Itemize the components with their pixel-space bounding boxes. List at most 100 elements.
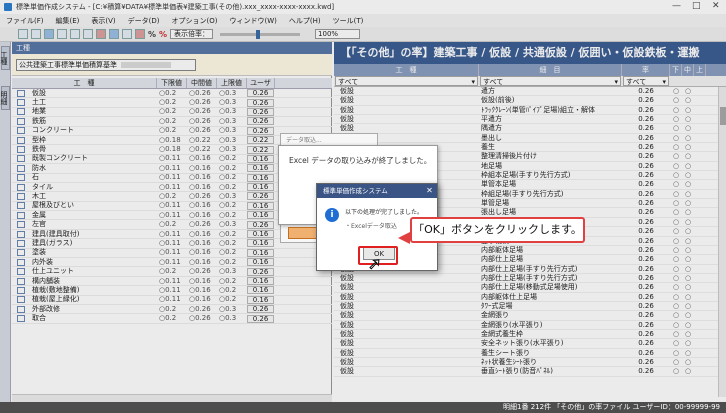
radio-mid-icon[interactable]: ○ [682,321,694,329]
row-high[interactable]: ○0.2 [217,230,247,239]
radio-mid-icon[interactable]: ○ [682,339,694,347]
radio-low-icon[interactable]: ○ [670,274,682,282]
item-rate[interactable]: 0.26 [622,152,670,160]
radio-low-icon[interactable]: ○ [670,330,682,338]
row-low[interactable]: ○0.11 [157,277,187,286]
table-row[interactable]: 構内舗装 ○0.11 ○0.16 ○0.2 0.16 [12,277,332,287]
percent-alt-icon[interactable]: % [159,30,167,39]
row-high[interactable]: ○0.2 [217,239,247,248]
radio-mid-icon[interactable]: ○ [682,171,694,179]
row-user[interactable]: 0.22 [247,136,274,145]
row-mid[interactable]: ○0.26 [187,89,217,98]
maximize-button[interactable]: □ [692,1,701,11]
radio-low-icon[interactable]: ○ [670,358,682,366]
row-user[interactable]: 0.26 [247,126,274,135]
radio-low-icon[interactable]: ○ [670,321,682,329]
row-mid[interactable]: ○0.26 [187,107,217,116]
list-item[interactable]: 仮設内部仕上足場(手すり先行方式)0.26○○ [334,274,726,284]
search-icon[interactable] [109,29,119,39]
list-item[interactable]: 仮設 内部仕上足場(移動式足場使用) 0.26 ○ ○ [334,283,726,293]
radio-mid-icon[interactable]: ○ [682,255,694,263]
radio-low-icon[interactable]: ○ [670,367,682,375]
row-high[interactable]: ○0.3 [217,314,247,323]
row-mid[interactable]: ○0.16 [187,239,217,248]
list-item[interactable]: 仮設 内部躯体仕上足場 0.26 ○ ○ [334,293,726,302]
table-row[interactable]: 内外装 ○0.11 ○0.16 ○0.2 0.16 [12,258,332,268]
radio-low-icon[interactable]: ○ [670,134,682,142]
item-rate[interactable]: 0.26 [622,237,670,245]
row-high[interactable]: ○0.2 [217,201,247,210]
menu-tools[interactable]: ツール(T) [333,16,364,26]
radio-mid-icon[interactable]: ○ [682,190,694,198]
menu-edit[interactable]: 編集(E) [56,16,80,26]
zoom-slider-thumb[interactable] [256,29,261,39]
radio-low-icon[interactable]: ○ [670,96,682,104]
row-high[interactable]: ○0.2 [217,286,247,295]
scroll-thumb[interactable] [720,107,726,125]
new-file-icon[interactable] [18,29,28,39]
item-rate[interactable]: 0.26 [622,321,670,329]
list-item[interactable]: 仮設 金網式養生枠 0.26 ○ ○ [334,330,726,340]
radio-mid-icon[interactable]: ○ [682,115,694,123]
radio-mid-icon[interactable]: ○ [682,227,694,235]
row-low[interactable]: ○0.2 [157,192,187,201]
radio-low-icon[interactable]: ○ [670,106,682,114]
row-high[interactable]: ○0.2 [217,154,247,163]
row-low[interactable]: ○0.18 [157,145,187,154]
row-low[interactable]: ○0.18 [157,136,187,145]
radio-low-icon[interactable]: ○ [670,143,682,151]
table-row[interactable]: 土工 ○0.2 ○0.26 ○0.3 0.26 [12,98,332,108]
standard-selector[interactable]: 公共建築工事標準単価積算基準 [16,59,196,71]
radio-mid-icon[interactable]: ○ [682,162,694,170]
item-rate[interactable]: 0.26 [622,311,670,319]
filter-kouji[interactable]: すべて [335,76,478,88]
item-rate[interactable]: 0.26 [622,349,670,357]
list-item[interactable]: 仮設 金網張り 0.26 ○ ○ [334,311,726,321]
radio-low-icon[interactable]: ○ [670,115,682,123]
row-high[interactable]: ○0.2 [217,277,247,286]
row-low[interactable]: ○0.11 [157,286,187,295]
radio-mid-icon[interactable]: ○ [682,367,694,375]
row-mid[interactable]: ○0.26 [187,98,217,107]
row-user[interactable]: 0.16 [247,201,274,210]
tab-meisai[interactable]: 明細 [0,86,10,110]
row-low[interactable]: ○0.11 [157,248,187,257]
row-high[interactable]: ○0.2 [217,295,247,304]
row-high[interactable]: ○0.3 [217,220,247,229]
row-mid[interactable]: ○0.16 [187,295,217,304]
row-high[interactable]: ○0.2 [217,183,247,192]
row-low[interactable]: ○0.2 [157,107,187,116]
radio-low-icon[interactable]: ○ [670,227,682,235]
list-item[interactable]: 仮設 安全ネット張り(水平張り) 0.26 ○ ○ [334,339,726,349]
open-folder-icon[interactable] [31,29,41,39]
item-rate[interactable]: 0.26 [622,162,670,170]
item-rate[interactable]: 0.26 [622,180,670,188]
row-low[interactable]: ○0.2 [157,305,187,314]
item-rate[interactable]: 0.26 [622,96,670,104]
row-low[interactable]: ○0.11 [157,295,187,304]
list-item[interactable]: 仮設 養生シート張り 0.26 ○ ○ [334,349,726,358]
radio-low-icon[interactable]: ○ [670,302,682,310]
item-rate[interactable]: 0.26 [622,134,670,142]
row-low[interactable]: ○0.2 [157,98,187,107]
item-rate[interactable]: 0.26 [622,143,670,151]
row-mid[interactable]: ○0.16 [187,201,217,210]
radio-low-icon[interactable]: ○ [670,293,682,301]
list-item[interactable]: 仮設 隅遣方 0.26 ○ ○ [334,124,726,134]
item-rate[interactable]: 0.26 [622,255,670,263]
row-user[interactable]: 0.16 [247,239,274,248]
filter-saimoku[interactable]: すべて [480,76,621,88]
radio-low-icon[interactable]: ○ [670,87,682,95]
radio-low-icon[interactable]: ○ [670,190,682,198]
row-low[interactable]: ○0.11 [157,201,187,210]
item-rate[interactable]: 0.26 [622,265,670,273]
table-row[interactable]: 地業 ○0.2 ○0.26 ○0.3 0.26 [12,107,332,118]
radio-mid-icon[interactable]: ○ [682,180,694,188]
row-high[interactable]: ○0.3 [217,145,247,154]
radio-low-icon[interactable]: ○ [670,255,682,263]
row-mid[interactable]: ○0.26 [187,267,217,276]
close-icon[interactable]: ✕ [422,184,437,198]
row-high[interactable]: ○0.3 [217,136,247,145]
row-high[interactable]: ○0.3 [217,117,247,126]
row-high[interactable]: ○0.2 [217,173,247,182]
